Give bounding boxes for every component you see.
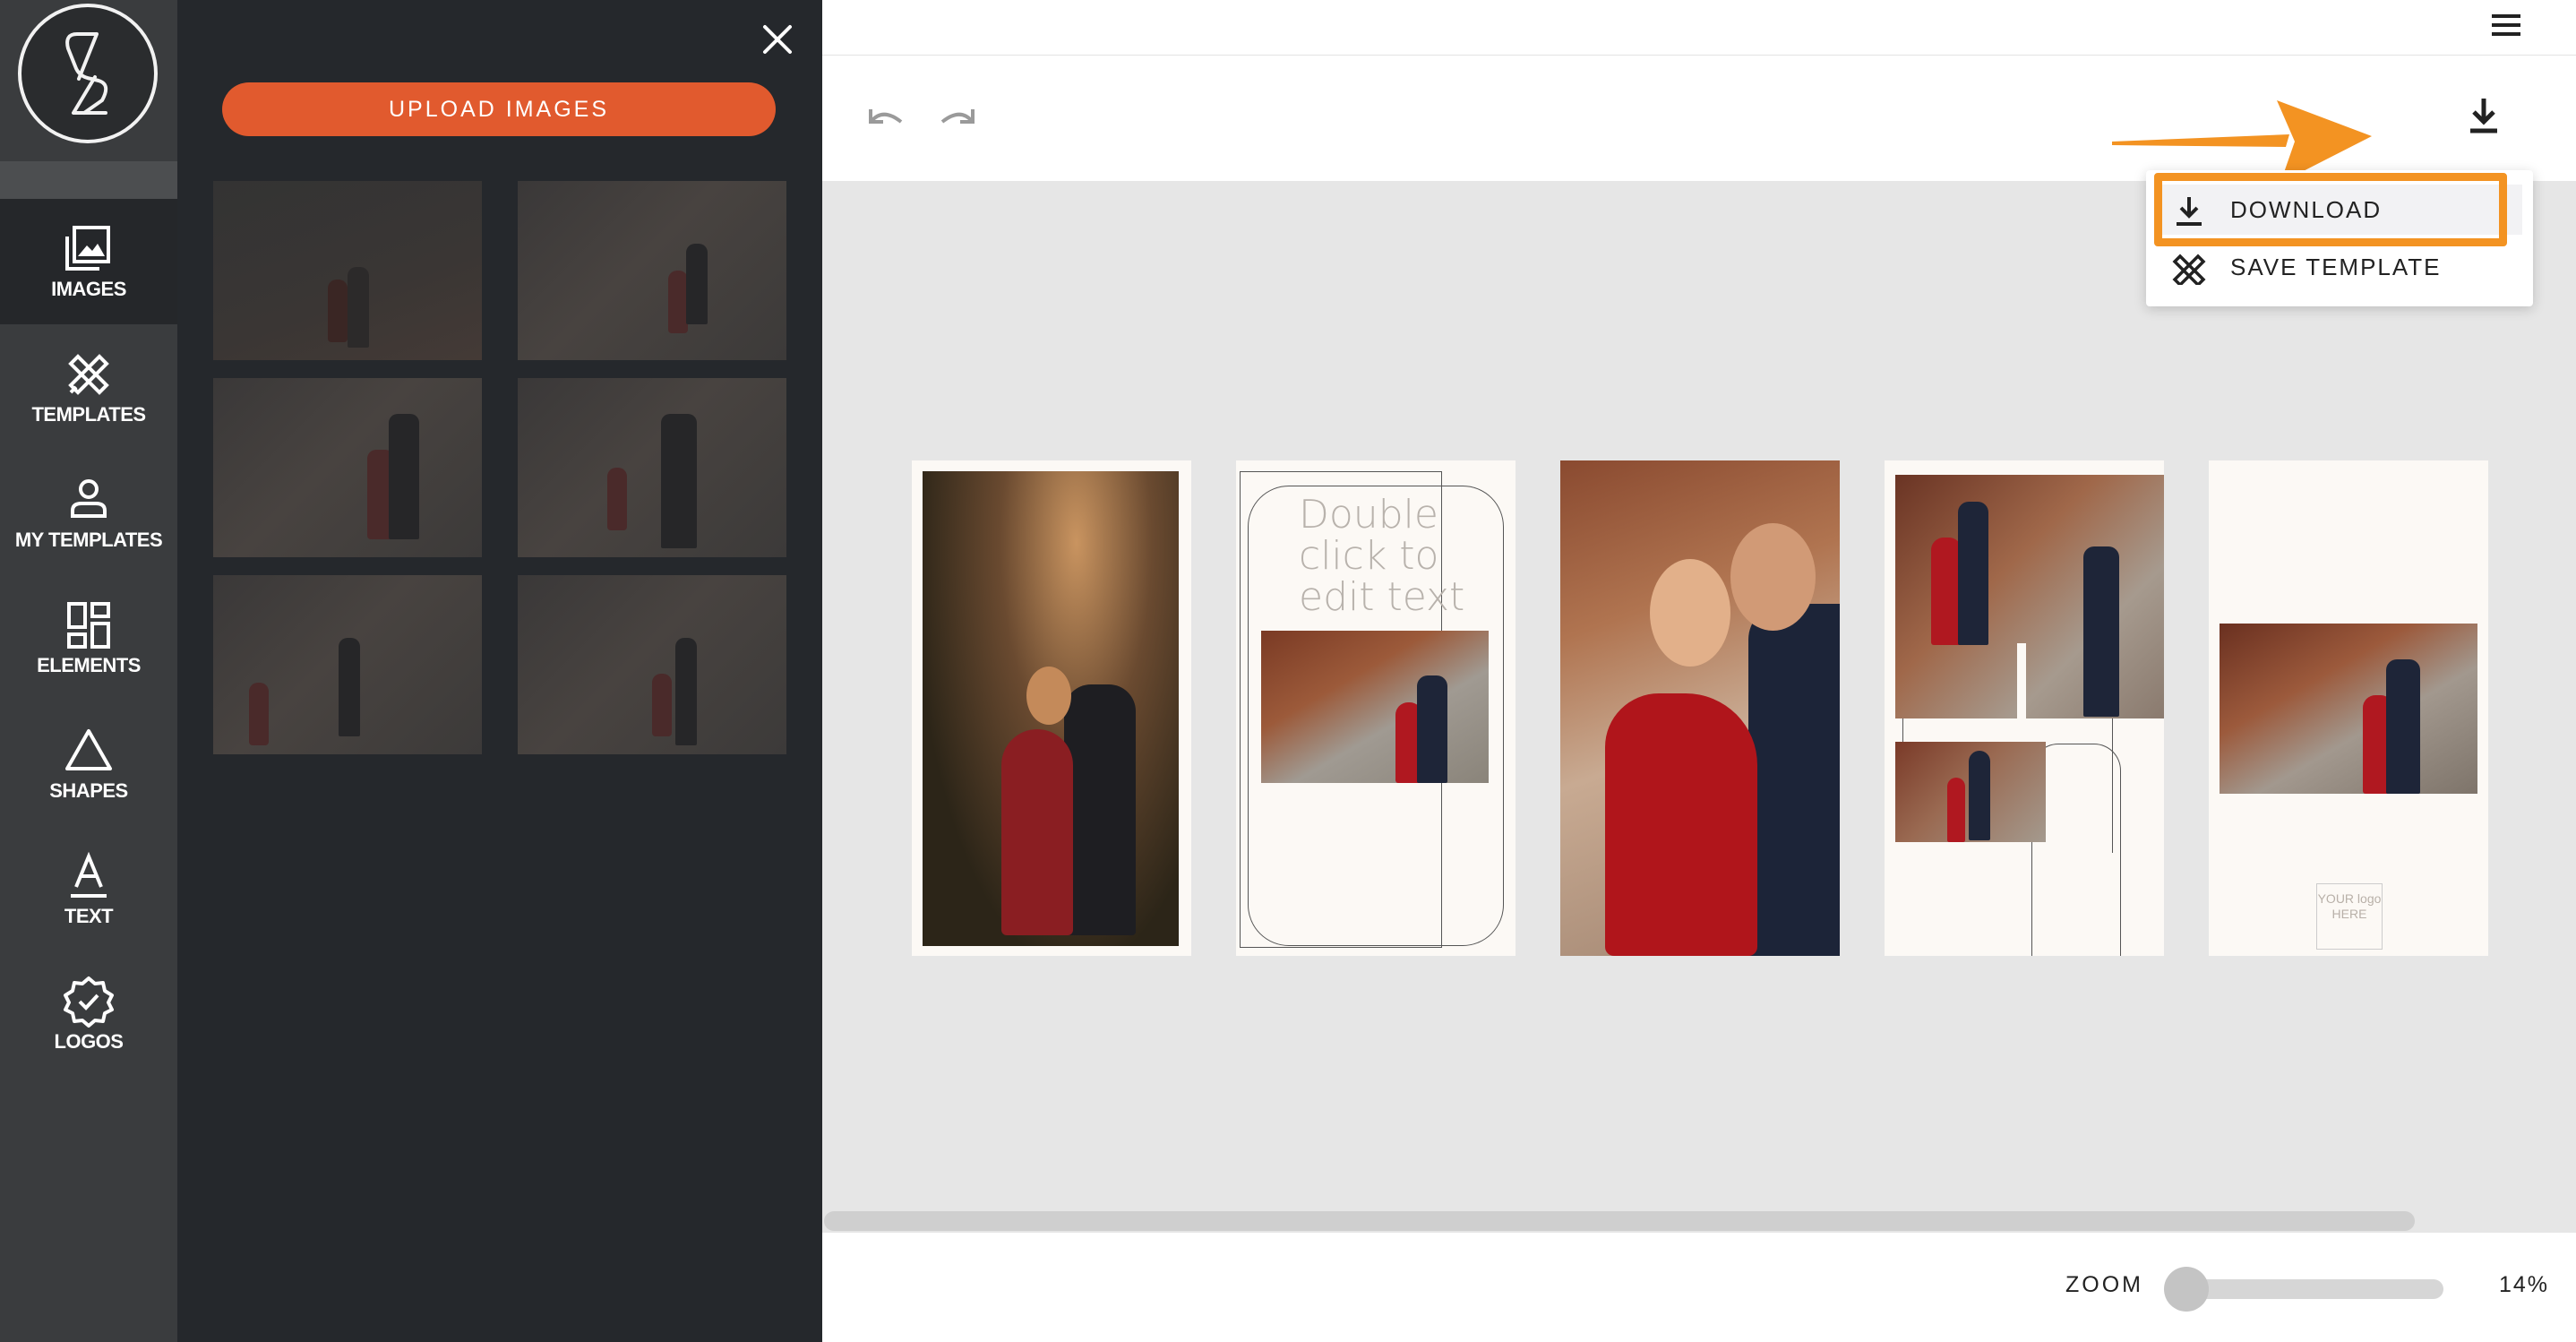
download-icon — [2470, 99, 2497, 133]
sidebar-item-text[interactable]: TEXT — [0, 826, 177, 951]
badge-icon — [64, 976, 114, 1028]
templates-icon — [68, 354, 109, 395]
sidebar-item-elements[interactable]: ELEMENTS — [0, 575, 177, 701]
image-thumbnail[interactable] — [518, 378, 786, 557]
hamburger-icon — [2492, 14, 2520, 36]
image-thumbnail[interactable] — [518, 575, 786, 754]
canvas-workspace: Double click to edit text YOUR logo HERE — [822, 181, 2576, 1233]
save-template-label: SAVE TEMPLATE — [2230, 254, 2442, 280]
logo-mark-icon — [65, 32, 108, 115]
undo-button[interactable] — [863, 102, 908, 134]
hamburger-menu-button[interactable] — [2488, 7, 2524, 43]
sidebar-item-label: SHAPES — [49, 779, 128, 802]
template-slide-4[interactable] — [1885, 460, 2164, 956]
close-panel-button[interactable] — [758, 20, 797, 59]
template-slide-1[interactable] — [912, 460, 1191, 956]
close-icon — [763, 25, 792, 54]
sidebar-item-label: LOGOS — [54, 1030, 124, 1053]
zoom-value: 14% — [2498, 1272, 2549, 1297]
download-menu-item[interactable]: DOWNLOAD — [2157, 185, 2522, 235]
images-panel: UPLOAD IMAGES — [177, 0, 822, 1342]
zoom-label: ZOOM — [2065, 1272, 2143, 1297]
images-icon — [65, 226, 110, 271]
templates-icon — [2172, 254, 2206, 285]
app-logo[interactable] — [18, 4, 158, 143]
image-thumbnail[interactable] — [518, 181, 786, 360]
image-thumbnail[interactable] — [213, 181, 482, 360]
horizontal-scrollbar[interactable] — [824, 1211, 2415, 1231]
sidebar-item-label: TEXT — [64, 905, 114, 927]
sidebar-item-label: IMAGES — [51, 278, 126, 300]
top-bar — [822, 0, 2576, 56]
sidebar-item-logos[interactable]: LOGOS — [0, 951, 177, 1077]
template-slide-2[interactable]: Double click to edit text — [1236, 460, 1516, 956]
download-dropdown: DOWNLOAD SAVE TEMPLATE — [2146, 170, 2533, 306]
slide-photo[interactable] — [2220, 624, 2477, 794]
logo-placeholder[interactable]: YOUR logo HERE — [2316, 883, 2383, 950]
upload-images-button[interactable]: UPLOAD IMAGES — [222, 82, 776, 136]
zoom-slider-handle[interactable] — [2164, 1267, 2209, 1312]
sidebar-item-label: MY TEMPLATES — [14, 529, 163, 551]
save-template-menu-item[interactable]: SAVE TEMPLATE — [2157, 242, 2522, 292]
user-icon — [71, 479, 107, 518]
zoom-slider-track[interactable] — [2169, 1279, 2443, 1299]
sidebar: IMAGES TEMPLATES MY TEMPLATES ELEMENTS S… — [0, 0, 177, 1342]
rail-divider — [0, 161, 177, 199]
sidebar-item-shapes[interactable]: SHAPES — [0, 701, 177, 826]
slide-photo[interactable] — [1261, 631, 1489, 783]
slide-photo[interactable] — [1895, 475, 2164, 718]
redo-button[interactable] — [935, 102, 980, 134]
sidebar-item-images[interactable]: IMAGES — [0, 199, 177, 324]
elements-icon — [67, 602, 110, 649]
slide-text[interactable]: Double click to edit text — [1299, 495, 1478, 618]
sidebar-item-label: ELEMENTS — [37, 654, 141, 676]
download-label: DOWNLOAD — [2230, 196, 2383, 223]
download-menu-button[interactable] — [2461, 93, 2506, 138]
template-slide-5[interactable]: YOUR logo HERE — [2209, 460, 2488, 956]
redo-icon — [940, 109, 975, 124]
template-slide-3[interactable] — [1560, 460, 1840, 956]
sidebar-item-my-templates[interactable]: MY TEMPLATES — [0, 450, 177, 575]
sidebar-item-label: TEMPLATES — [31, 403, 146, 426]
image-thumbnail[interactable] — [213, 575, 482, 754]
text-icon — [71, 851, 107, 898]
image-thumbnail[interactable] — [213, 378, 482, 557]
sidebar-item-templates[interactable]: TEMPLATES — [0, 324, 177, 450]
slide-photo[interactable] — [1895, 742, 2046, 842]
download-icon — [2177, 197, 2202, 226]
editor-toolbar — [822, 56, 2576, 183]
triangle-icon — [65, 729, 112, 770]
bottom-bar: ZOOM 14% — [822, 1233, 2576, 1342]
undo-icon — [869, 109, 903, 124]
